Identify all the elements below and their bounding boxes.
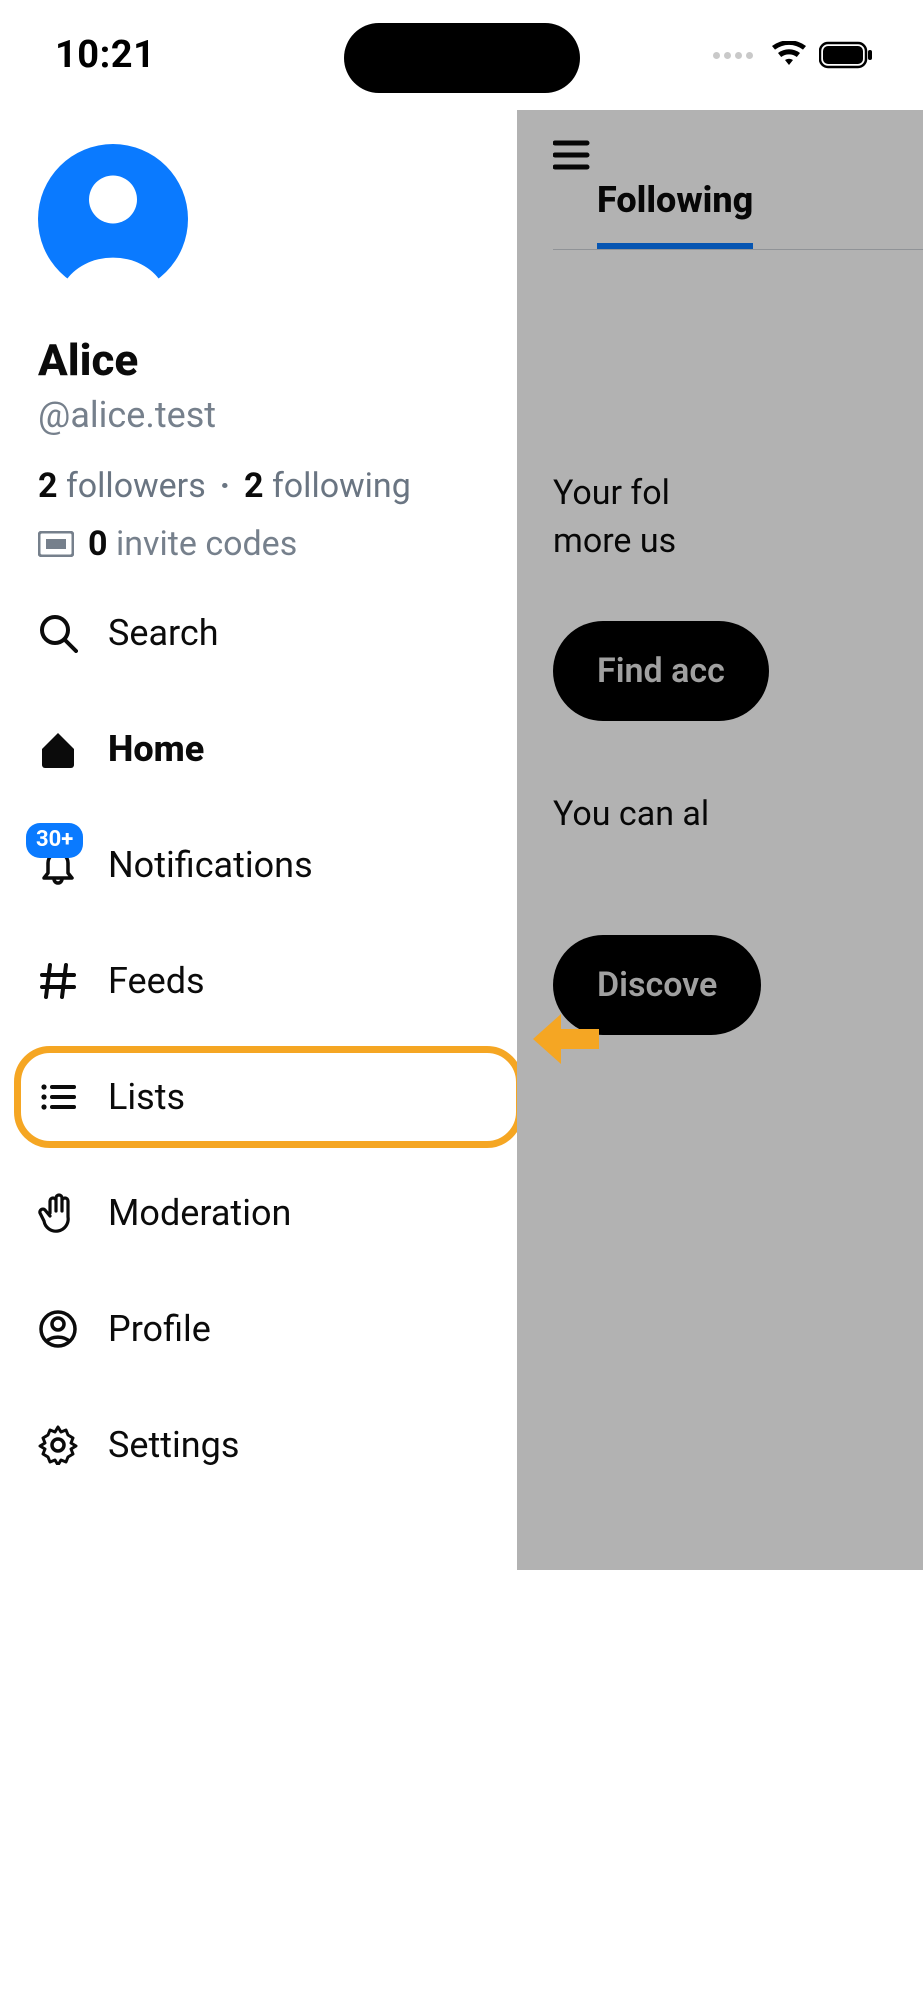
invite-count: 0 — [88, 524, 108, 564]
list-icon — [38, 1077, 78, 1117]
bell-icon: 30+ — [38, 845, 78, 885]
nav-list: Search Home 30+ Notifications Feed — [38, 610, 479, 1468]
status-icons — [713, 41, 873, 69]
nav-home[interactable]: Home — [38, 726, 479, 772]
avatar[interactable] — [38, 144, 479, 298]
nav-moderation-label: Moderation — [108, 1192, 291, 1234]
following-label: following — [272, 466, 411, 506]
profile-stats[interactable]: 2 followers · 2 following — [38, 466, 479, 506]
following-count: 2 — [244, 466, 264, 506]
invite-codes-row[interactable]: 0 invite codes — [38, 524, 479, 564]
search-icon — [38, 613, 78, 653]
wifi-icon — [771, 41, 807, 69]
nav-moderation[interactable]: Moderation — [38, 1190, 479, 1236]
hamburger-icon[interactable] — [553, 138, 593, 172]
gear-icon — [38, 1425, 78, 1465]
followers-label: followers — [66, 466, 206, 506]
find-accounts-button[interactable]: Find acc — [553, 621, 769, 721]
nav-settings[interactable]: Settings — [38, 1422, 479, 1468]
ticket-icon — [38, 531, 74, 557]
highlight-arrow-icon — [531, 1004, 601, 1074]
nav-settings-label: Settings — [108, 1424, 239, 1466]
backdrop-text-2: You can al — [553, 791, 923, 839]
nav-home-label: Home — [108, 728, 204, 770]
status-time: 10:21 — [55, 33, 155, 77]
nav-search[interactable]: Search — [38, 610, 479, 656]
followers-count: 2 — [38, 466, 58, 506]
nav-feeds-label: Feeds — [108, 960, 205, 1002]
invite-label: invite codes — [116, 524, 297, 564]
separator-dot: · — [220, 466, 230, 506]
notifications-badge: 30+ — [26, 823, 83, 858]
hand-icon — [38, 1193, 78, 1233]
nav-profile-label: Profile — [108, 1308, 211, 1350]
cellular-dots-icon — [713, 52, 753, 59]
nav-lists-label: Lists — [108, 1076, 185, 1118]
nav-profile[interactable]: Profile — [38, 1306, 479, 1352]
battery-icon — [819, 41, 873, 69]
blank-space — [0, 1570, 923, 2000]
profile-icon — [38, 1309, 78, 1349]
nav-lists[interactable]: Lists — [38, 1074, 479, 1120]
nav-feeds[interactable]: Feeds — [38, 958, 479, 1004]
home-icon — [38, 729, 78, 769]
tab-divider — [553, 249, 923, 250]
avatar-icon — [38, 144, 188, 294]
hash-icon — [38, 961, 78, 1001]
dynamic-island — [344, 23, 580, 93]
tab-following[interactable]: Following — [597, 179, 753, 249]
nav-notifications[interactable]: 30+ Notifications — [38, 842, 479, 888]
profile-display-name[interactable]: Alice — [38, 336, 479, 384]
profile-handle[interactable]: @alice.test — [38, 394, 479, 436]
nav-search-label: Search — [108, 612, 219, 654]
backdrop-text-1: Your fol more us — [553, 470, 923, 565]
status-bar: 10:21 — [0, 0, 923, 110]
nav-notifications-label: Notifications — [108, 844, 313, 886]
highlight-ring — [14, 1046, 523, 1148]
